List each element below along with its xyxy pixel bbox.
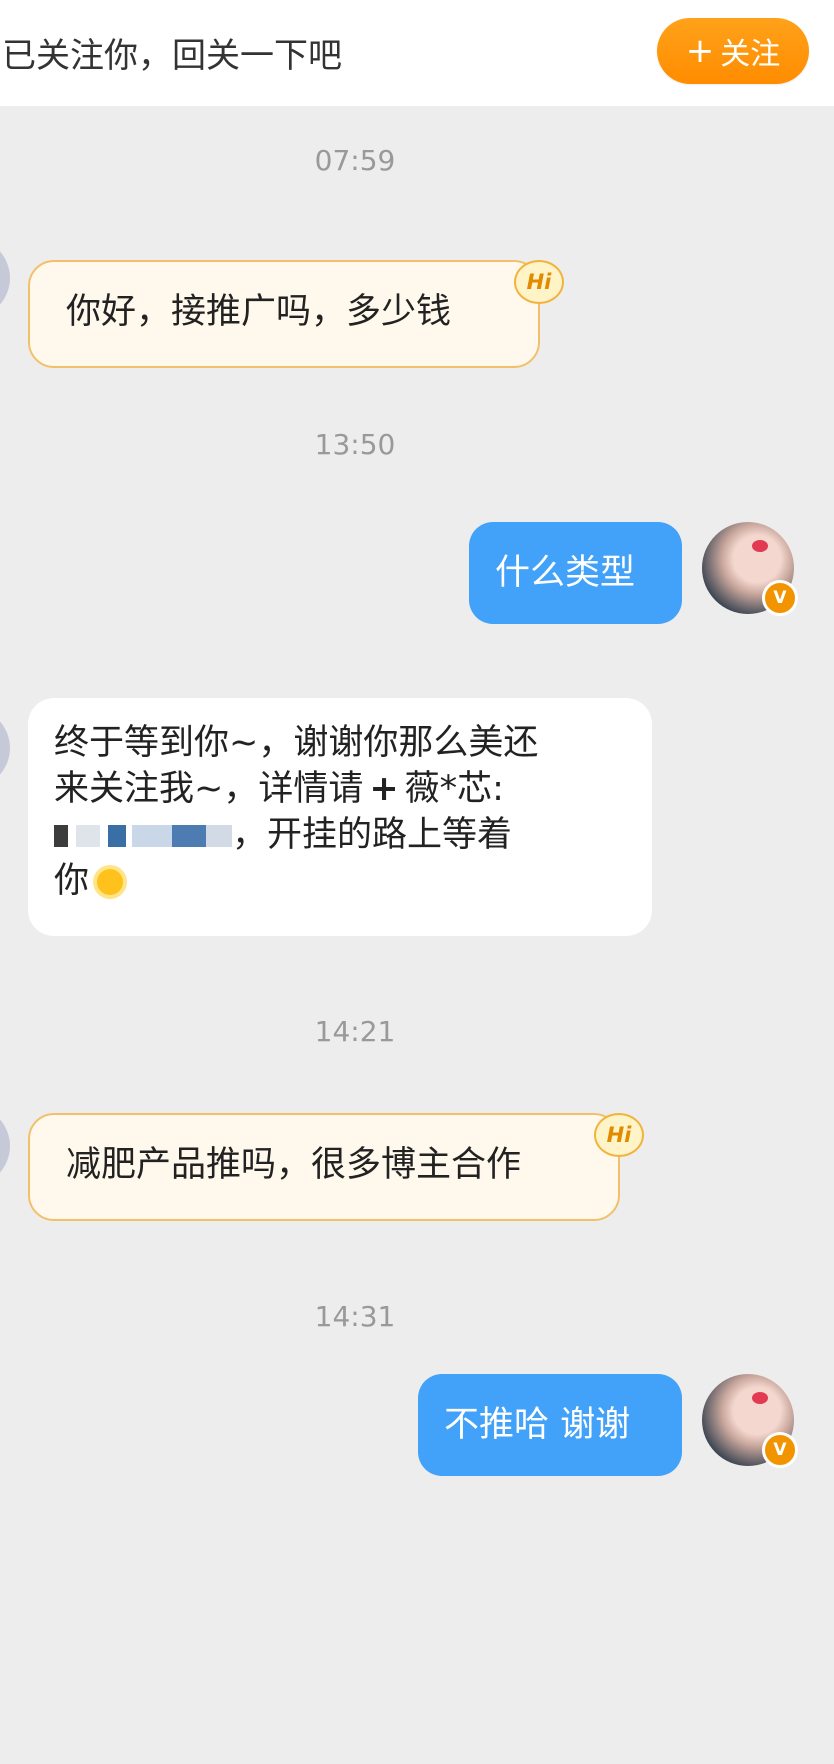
verified-badge-icon: V bbox=[762, 580, 798, 616]
message-line: 来关注我~，详情请 + 薇*芯: bbox=[54, 766, 622, 812]
follow-back-bar: 已关注你，回关一下吧 + 关注 bbox=[0, 0, 834, 106]
sender-avatar[interactable] bbox=[0, 238, 10, 318]
message-bubble-outgoing[interactable]: 不推哈 谢谢 bbox=[418, 1374, 682, 1476]
verified-badge-icon: V bbox=[762, 1432, 798, 1468]
follow-button[interactable]: + 关注 bbox=[657, 18, 809, 84]
plus-icon: + bbox=[369, 769, 399, 809]
timestamp: 14:21 bbox=[314, 1015, 396, 1048]
redacted-blur bbox=[206, 825, 232, 847]
redacted-blur bbox=[172, 825, 206, 847]
my-avatar[interactable]: V bbox=[702, 522, 798, 616]
follow-button-label: 关注 bbox=[720, 37, 781, 72]
avatar-face-mark bbox=[752, 1392, 768, 1404]
message-bubble-incoming[interactable]: 终于等到你~，谢谢你那么美还 来关注我~，详情请 + 薇*芯: ，开挂的路上等着 你 bbox=[28, 698, 652, 936]
redacted-blur bbox=[54, 825, 68, 847]
message-line-text: 你 bbox=[54, 861, 90, 901]
redacted-blur bbox=[76, 825, 100, 847]
message-line: 终于等到你~，谢谢你那么美还 bbox=[54, 723, 539, 763]
timestamp: 14:31 bbox=[314, 1300, 396, 1333]
message-bubble-outgoing[interactable]: 什么类型 bbox=[469, 522, 682, 624]
redacted-blur bbox=[132, 825, 172, 847]
plus-icon: + bbox=[685, 31, 715, 71]
message-line-text: 来关注我~，详情请 bbox=[54, 769, 364, 809]
hi-badge-icon: Hi bbox=[514, 260, 564, 304]
message-line: ，开挂的路上等着 bbox=[54, 812, 622, 858]
message-text: 你好，接推广吗，多少钱 bbox=[66, 292, 452, 332]
my-avatar[interactable]: V bbox=[702, 1374, 798, 1468]
message-line-text: 薇*芯: bbox=[404, 769, 504, 809]
timestamp: 07:59 bbox=[314, 144, 396, 177]
timestamp: 13:50 bbox=[314, 428, 396, 461]
message-line: 你 bbox=[54, 858, 622, 904]
avatar-face-mark bbox=[752, 540, 768, 552]
redacted-blur bbox=[108, 825, 126, 847]
message-bubble-incoming[interactable]: 减肥产品推吗，很多博主合作 Hi bbox=[28, 1113, 644, 1221]
message-text: 什么类型 bbox=[495, 553, 636, 593]
sender-avatar[interactable] bbox=[0, 1106, 10, 1186]
follow-back-prompt: 已关注你，回关一下吧 bbox=[2, 36, 342, 76]
message-line-text: ，开挂的路上等着 bbox=[232, 815, 513, 855]
message-text: 不推哈 谢谢 bbox=[444, 1405, 631, 1445]
message-text: 减肥产品推吗，很多博主合作 bbox=[66, 1145, 522, 1185]
sun-emoji-icon bbox=[97, 869, 124, 895]
message-bubble-incoming[interactable]: 你好，接推广吗，多少钱 Hi bbox=[28, 260, 564, 368]
sender-avatar[interactable] bbox=[0, 708, 10, 788]
hi-badge-icon: Hi bbox=[594, 1113, 644, 1157]
